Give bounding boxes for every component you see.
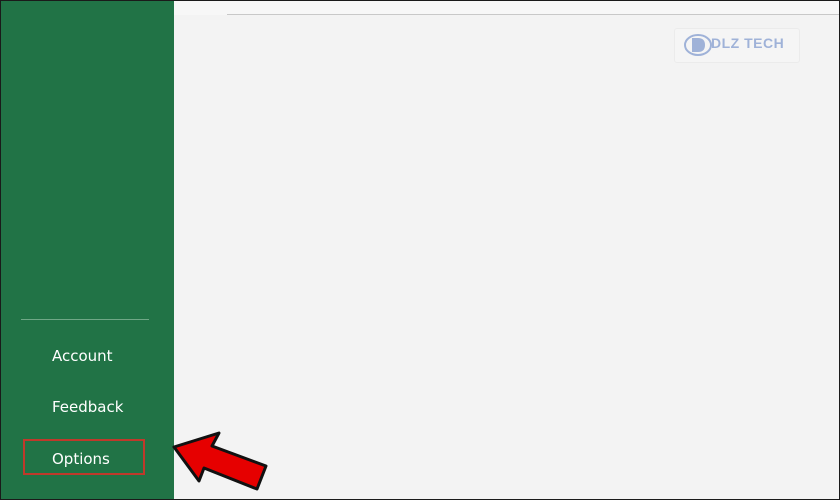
- content-top-divider: [227, 14, 839, 15]
- backstage-content-area: [174, 1, 839, 499]
- sidebar-item-options[interactable]: Options: [23, 439, 145, 475]
- backstage-sidebar: Account Feedback Options: [1, 1, 174, 499]
- red-pointer-arrow-icon: [172, 431, 268, 491]
- sidebar-item-account[interactable]: Account: [23, 338, 145, 374]
- sidebar-divider: [21, 319, 149, 320]
- watermark-logo: DLZ TECH: [674, 28, 800, 63]
- excel-backstage-window: Account Feedback Options DLZ TECH: [0, 0, 840, 500]
- sidebar-item-feedback[interactable]: Feedback: [23, 389, 145, 425]
- watermark-logo-icon: [684, 34, 712, 56]
- content-top-strip: [174, 1, 839, 15]
- watermark-text: DLZ TECH: [711, 35, 785, 51]
